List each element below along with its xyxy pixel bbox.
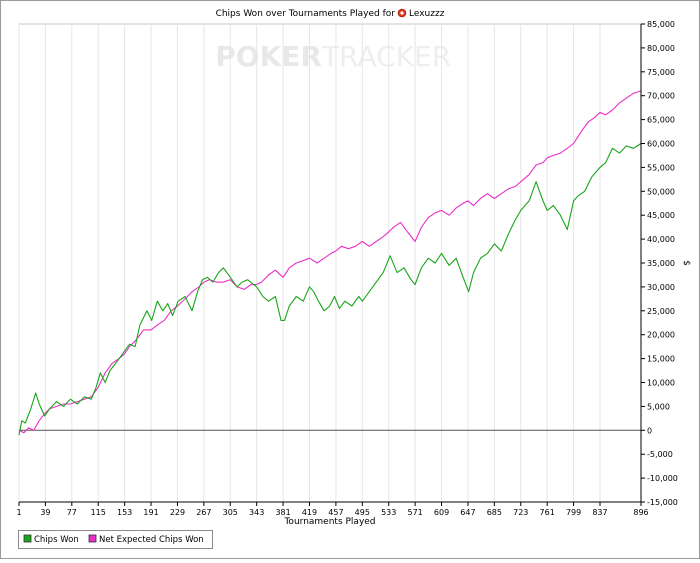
chip-center bbox=[400, 11, 404, 15]
y-tick-label: 65,000 bbox=[647, 116, 675, 125]
y-tick-label: 5,000 bbox=[647, 402, 670, 411]
legend-label-chips-won: Chips Won bbox=[34, 535, 79, 545]
x-tick-label: 896 bbox=[633, 508, 648, 517]
y-tick-label: 25,000 bbox=[647, 307, 675, 316]
y-tick-label: 0 bbox=[647, 426, 652, 435]
y-tick-label: -15,000 bbox=[647, 498, 678, 507]
x-tick-label: 305 bbox=[223, 508, 238, 517]
y-tick-label: 40,000 bbox=[647, 235, 675, 244]
x-tick-label: 419 bbox=[302, 508, 317, 517]
x-tick-label: 39 bbox=[40, 508, 50, 517]
legend: Chips Won Net Expected Chips Won bbox=[18, 530, 213, 549]
y-tick-label: 15,000 bbox=[647, 355, 675, 364]
chart-title-group: Chips Won over Tournaments Played for Le… bbox=[216, 8, 445, 19]
y-tick-label: -5,000 bbox=[647, 450, 673, 459]
y-tick-label: 85,000 bbox=[647, 20, 675, 29]
x-tick-label: 229 bbox=[170, 508, 185, 517]
y-tick-label: 30,000 bbox=[647, 283, 675, 292]
x-tick-label: 495 bbox=[355, 508, 370, 517]
x-tick-label: 761 bbox=[540, 508, 555, 517]
x-tick-label: 381 bbox=[275, 508, 290, 517]
y-axis-label: $ bbox=[681, 260, 691, 266]
y-tick-label: 70,000 bbox=[647, 92, 675, 101]
x-tick-label: 343 bbox=[249, 508, 264, 517]
watermark: POKER TRACKER bbox=[215, 40, 451, 73]
x-tick-label: 837 bbox=[592, 508, 607, 517]
x-tick-label: 723 bbox=[513, 508, 528, 517]
x-tick-label: 153 bbox=[117, 508, 132, 517]
watermark-left: POKER bbox=[215, 40, 322, 73]
legend-swatch-net-expected bbox=[88, 534, 97, 543]
y-tick-label: 80,000 bbox=[647, 44, 675, 53]
x-tick-label: 647 bbox=[460, 508, 475, 517]
y-tick-label: 20,000 bbox=[647, 331, 675, 340]
y-tick-label: -10,000 bbox=[647, 474, 678, 483]
x-tick-label: 191 bbox=[143, 508, 158, 517]
y-tick-label: 45,000 bbox=[647, 211, 675, 220]
player-name: Lexuzzz bbox=[409, 9, 445, 19]
x-tick-label: 571 bbox=[407, 508, 422, 517]
x-tick-label: 77 bbox=[67, 508, 77, 517]
legend-label-net-expected: Net Expected Chips Won bbox=[99, 535, 204, 545]
x-tick-label: 267 bbox=[196, 508, 211, 517]
x-tick-label: 115 bbox=[91, 508, 106, 517]
y-tick-label: 60,000 bbox=[647, 140, 675, 149]
y-tick-label: 10,000 bbox=[647, 379, 675, 388]
legend-swatch-chips-won bbox=[23, 534, 32, 543]
chips-won-chart: Chips Won over Tournaments Played for Le… bbox=[0, 0, 700, 559]
x-axis-label: Tournaments Played bbox=[283, 517, 375, 527]
poker-chip-icon bbox=[397, 8, 407, 18]
watermark-right: TRACKER bbox=[321, 40, 451, 73]
y-tick-label: 50,000 bbox=[647, 187, 675, 196]
x-tick-label: 533 bbox=[381, 508, 396, 517]
y-tick-label: 55,000 bbox=[647, 163, 675, 172]
x-tick-label: 1 bbox=[16, 508, 21, 517]
y-tick-label: 75,000 bbox=[647, 68, 675, 77]
x-tick-label: 685 bbox=[487, 508, 502, 517]
x-tick-label: 609 bbox=[434, 508, 449, 517]
x-tick-label: 799 bbox=[566, 508, 581, 517]
x-tick-label: 457 bbox=[328, 508, 343, 517]
y-tick-label: 35,000 bbox=[647, 259, 675, 268]
chart-root: Chips Won over Tournaments Played for Le… bbox=[0, 0, 700, 559]
chart-title: Chips Won over Tournaments Played for bbox=[216, 9, 396, 19]
